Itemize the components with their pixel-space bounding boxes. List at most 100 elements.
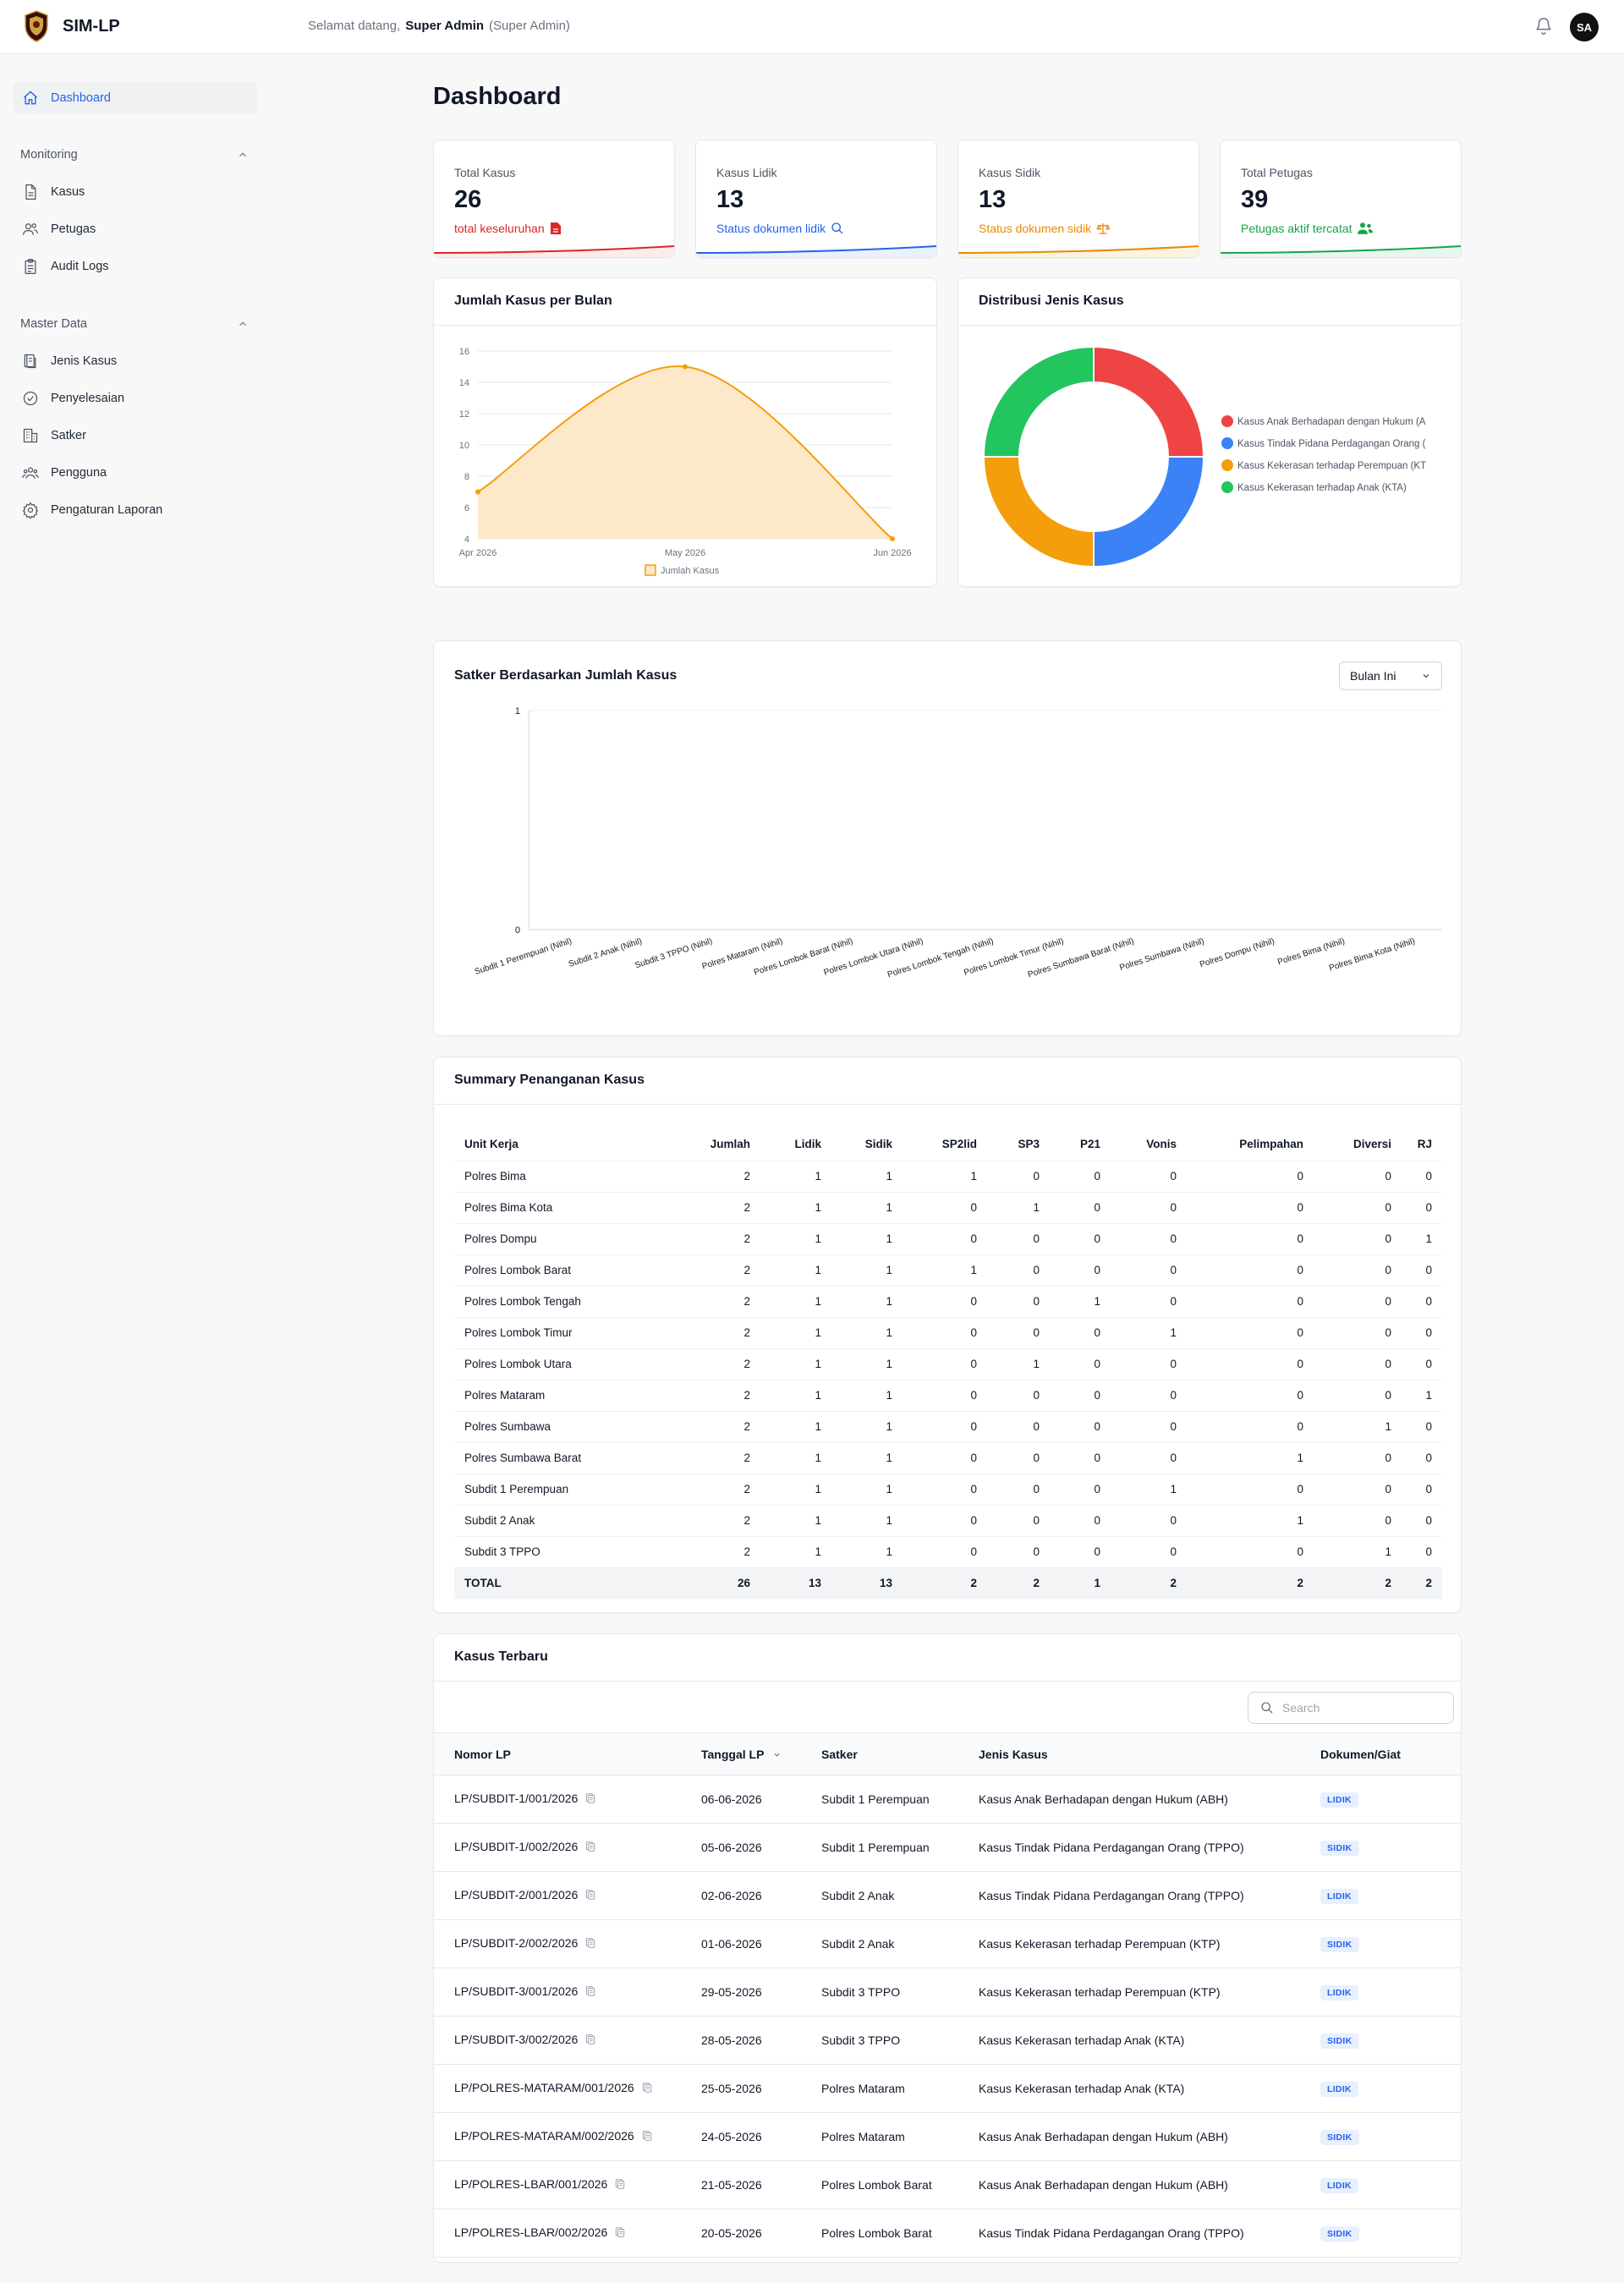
table-row[interactable]: LP/SUBDIT-3/002/2026 28-05-2026 Subdit 3 T… [434, 2016, 1461, 2065]
count-cell: 1 [1177, 1504, 1303, 1536]
x-tick-label: Subdit 2 Anak (Nihil) [568, 936, 644, 969]
jenis-kasus-cell: Kasus Anak Berhadapan dengan Hukum (ABH) [979, 1775, 1320, 1824]
sidebar-item-label: Audit Logs [51, 260, 109, 273]
total-cell: 13 [750, 1567, 821, 1599]
count-cell: 0 [1391, 1504, 1442, 1536]
sidebar-item-label: Pengguna [51, 466, 107, 480]
table-row[interactable]: LP/POLRES-MATARAM/002/2026 24-05-2026 Polr… [434, 2112, 1461, 2161]
sidebar-item-petugas[interactable]: Petugas [14, 213, 257, 245]
stat-wave [434, 245, 674, 257]
count-cell: 1 [750, 1160, 821, 1192]
sidebar-item-audit-logs[interactable]: Audit Logs [14, 250, 257, 283]
sidebar-item-pengguna[interactable]: Pengguna [14, 457, 257, 489]
nav-group-monitoring[interactable]: Monitoring [20, 148, 249, 162]
users-icon [23, 223, 38, 235]
table-row: Subdit 2 Anak 2 1 1 0 0 0 0 1 0 0 [454, 1504, 1442, 1536]
unit-kerja-cell: Subdit 2 Anak [454, 1504, 674, 1536]
count-cell: 0 [977, 1160, 1040, 1192]
count-cell: 0 [1303, 1441, 1391, 1474]
recent-cases-table: Nomor LP Tanggal LP Satker Jenis Kasus D… [434, 1732, 1461, 2258]
nomor-lp-text: LP/POLRES-MATARAM/002/2026 [454, 2128, 634, 2143]
search-box[interactable] [1248, 1692, 1454, 1724]
copy-icon[interactable] [614, 2225, 626, 2242]
legend-label: Kasus Kekerasan terhadap Anak (KTA) [1237, 483, 1407, 493]
table-row[interactable]: LP/POLRES-LBAR/002/2026 20-05-2026 Polres … [434, 2209, 1461, 2258]
copy-icon[interactable] [584, 1840, 596, 1856]
count-cell: 2 [674, 1285, 750, 1317]
count-cell: 2 [674, 1473, 750, 1505]
count-cell: 0 [977, 1379, 1040, 1411]
table-row[interactable]: LP/POLRES-MATARAM/001/2026 25-05-2026 Polr… [434, 2064, 1461, 2113]
column-header: Pelimpahan [1239, 1138, 1303, 1151]
copy-icon[interactable] [584, 2033, 596, 2049]
table-row: Polres Sumbawa Barat 2 1 1 0 0 0 0 1 0 0 [454, 1441, 1442, 1474]
count-cell: 0 [1303, 1222, 1391, 1254]
copy-icon[interactable] [584, 1888, 596, 1904]
count-cell: 1 [1100, 1316, 1177, 1348]
count-cell: 0 [892, 1347, 977, 1380]
table-row[interactable]: LP/SUBDIT-2/002/2026 01-06-2026 Subdit 2 A… [434, 1919, 1461, 1968]
dokumen-cell: SIDIK [1320, 1919, 1461, 1968]
column-header-sortable[interactable]: Tanggal LP [701, 1732, 821, 1775]
count-cell: 0 [1040, 1473, 1100, 1505]
count-cell: 2 [674, 1535, 750, 1567]
legend-swatch [645, 564, 656, 576]
pie-slice [982, 345, 1095, 458]
page-title: Dashboard [433, 83, 562, 110]
search-input[interactable] [1282, 1701, 1435, 1715]
stat-card-total-petugas: Total Petugas 39 Petugas aktif tercatat [1220, 140, 1462, 258]
copy-icon[interactable] [641, 2081, 653, 2097]
column-header: Unit Kerja [464, 1138, 518, 1151]
table-row[interactable]: LP/SUBDIT-3/001/2026 29-05-2026 Subdit 3 T… [434, 1967, 1461, 2017]
count-cell: 0 [977, 1473, 1040, 1505]
summary-header-row: Unit Kerja Jumlah Lidik Sidik SP2lid SP3… [454, 1128, 1442, 1161]
satker-cell: Subdit 3 TPPO [821, 2016, 979, 2065]
copy-icon[interactable] [614, 2177, 626, 2193]
nomor-lp-cell: LP/SUBDIT-3/001/2026 [434, 1967, 701, 2017]
bell-icon[interactable] [1534, 15, 1553, 36]
count-cell: 1 [750, 1441, 821, 1474]
jenis-kasus-cell: Kasus Anak Berhadapan dengan Hukum (ABH) [979, 2160, 1320, 2209]
satker-cell: Subdit 1 Perempuan [821, 1823, 979, 1872]
period-select[interactable]: Bulan Ini [1339, 661, 1442, 690]
count-cell: 0 [1391, 1254, 1442, 1286]
stat-label: Kasus Lidik [716, 166, 777, 179]
table-row[interactable]: LP/SUBDIT-1/002/2026 05-06-2026 Subdit 1 P… [434, 1823, 1461, 1872]
sidebar-item-jenis-kasus[interactable]: Jenis Kasus [14, 345, 257, 377]
jenis-kasus-cell: Kasus Kekerasan terhadap Perempuan (KTP) [979, 1919, 1320, 1968]
welcome-text: Selamat datang, Super Admin (Super Admin) [308, 19, 570, 33]
user-name: Super Admin [405, 19, 485, 33]
brand[interactable]: SIM-LP [24, 10, 120, 42]
avatar[interactable]: SA [1570, 13, 1599, 41]
sidebar-item-satker[interactable]: Satker [14, 420, 257, 452]
count-cell: 0 [892, 1316, 977, 1348]
nav-group-master-data[interactable]: Master Data [20, 317, 249, 331]
stat-label: Kasus Sidik [979, 166, 1041, 179]
count-cell: 0 [1040, 1222, 1100, 1254]
y-tick-label: 10 [459, 441, 469, 451]
dokumen-cell: SIDIK [1320, 2112, 1461, 2161]
stat-value: 39 [1241, 186, 1269, 213]
sidebar-item-dashboard[interactable]: Dashboard [14, 82, 257, 114]
table-row[interactable]: LP/POLRES-LBAR/001/2026 21-05-2026 Polres … [434, 2160, 1461, 2209]
line-chart: 4 6 8 10 12 14 16 Apr 2026 May 2026 Jun 2026 Jumla… [459, 347, 912, 576]
total-cell: 2 [892, 1567, 977, 1599]
user-role: (Super Admin) [489, 19, 570, 33]
sidebar-item-pengaturan-laporan[interactable]: Pengaturan Laporan [14, 494, 257, 526]
copy-icon[interactable] [584, 1936, 596, 1952]
copy-icon[interactable] [584, 1792, 596, 1808]
table-row[interactable]: LP/SUBDIT-2/001/2026 02-06-2026 Subdit 2 A… [434, 1871, 1461, 1920]
building-icon [23, 428, 38, 443]
table-row[interactable]: LP/SUBDIT-1/001/2026 06-06-2026 Subdit 1 P… [434, 1775, 1461, 1824]
count-cell: 1 [821, 1347, 892, 1380]
sidebar-item-kasus[interactable]: Kasus [14, 176, 257, 208]
sidebar-item-penyelesaian[interactable]: Penyelesaian [14, 382, 257, 414]
nomor-lp-cell: LP/POLRES-MATARAM/002/2026 [434, 2112, 701, 2161]
column-header: Vonis [1146, 1138, 1177, 1151]
column-header: Jumlah [710, 1138, 750, 1151]
copy-icon[interactable] [584, 1984, 596, 2000]
x-tick-label: Subdit 1 Perempuan (Nihil) [474, 936, 573, 977]
y-tick-label: 14 [459, 378, 469, 388]
copy-icon[interactable] [641, 2129, 653, 2145]
count-cell: 0 [1040, 1347, 1100, 1380]
